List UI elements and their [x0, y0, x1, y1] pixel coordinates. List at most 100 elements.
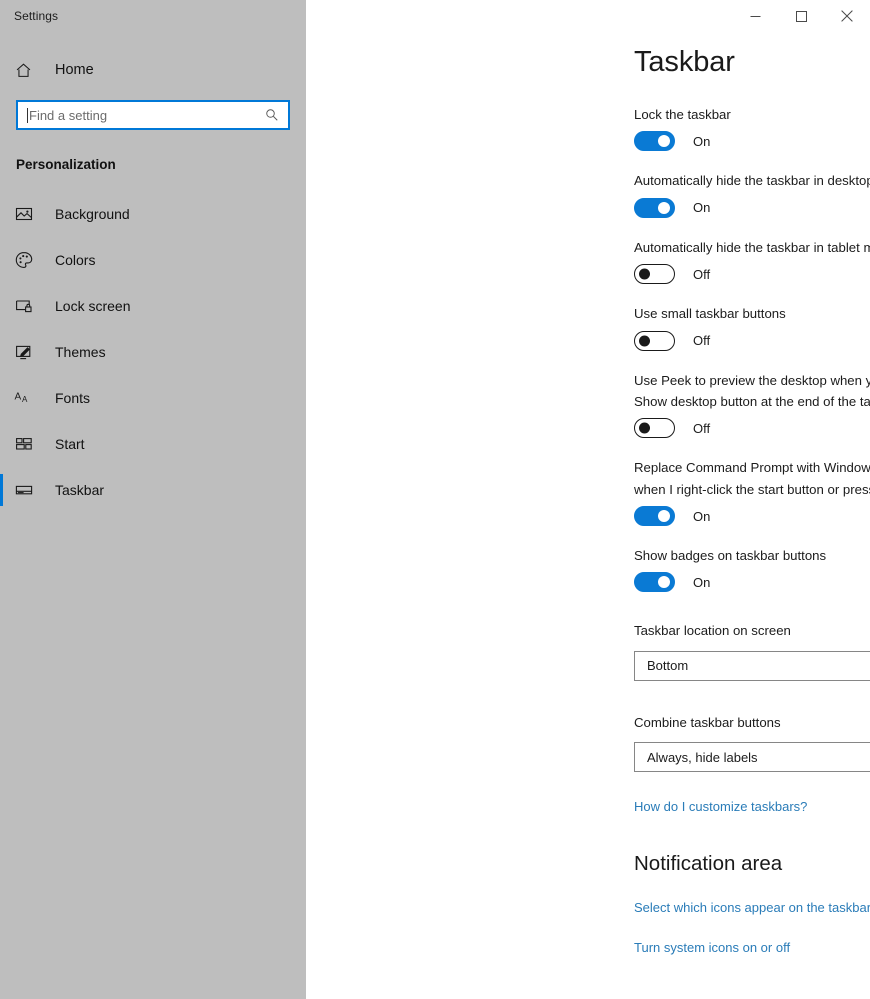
- sidebar-item-label: Colors: [55, 252, 96, 268]
- dropdown-combine-buttons[interactable]: Always, hide labels: [634, 742, 870, 773]
- toggle-state-label: On: [693, 508, 711, 524]
- setting-combine-buttons: Combine taskbar buttons Always, hide lab…: [634, 712, 870, 773]
- main-content: Taskbar Lock the taskbar On Automaticall…: [306, 0, 870, 999]
- link-row-select-icons: Select which icons appear on the taskbar: [634, 899, 870, 917]
- sidebar-category-heading: Personalization: [16, 157, 116, 172]
- svg-text:A: A: [22, 395, 28, 404]
- search-placeholder: Find a setting: [29, 107, 108, 123]
- sidebar-item-home[interactable]: Home: [0, 51, 306, 89]
- lock-screen-icon: [14, 296, 44, 316]
- sidebar-item-start[interactable]: Start: [0, 421, 306, 467]
- toggle-knob: [658, 576, 670, 589]
- sidebar-item-lock-screen[interactable]: Lock screen: [0, 283, 306, 329]
- setting-label: Combine taskbar buttons: [634, 714, 781, 730]
- sidebar: Home Find a setting Personalization Back…: [0, 0, 306, 999]
- start-tiles-icon: [14, 434, 44, 454]
- toggle-knob: [639, 268, 650, 280]
- setting-peek-preview: Use Peek to preview the desktop when you…: [634, 370, 870, 439]
- toggle-row: Off: [634, 264, 870, 285]
- heading-notification-area: Notification area: [634, 852, 783, 876]
- link-customize-taskbars[interactable]: How do I customize taskbars?: [634, 799, 807, 814]
- setting-label: Automatically hide the taskbar in deskto…: [634, 173, 870, 189]
- fonts-aa-icon: A A: [14, 388, 44, 408]
- toggle-row: On: [634, 506, 870, 526]
- link-select-which-icons[interactable]: Select which icons appear on the taskbar: [634, 900, 870, 915]
- toggle-state-label: On: [693, 200, 711, 216]
- toggle-show-badges[interactable]: [634, 572, 675, 593]
- page-title: Taskbar: [634, 46, 735, 78]
- toggle-knob: [658, 510, 670, 522]
- settings-window: Home Find a setting Personalization Back…: [0, 0, 870, 999]
- window-controls: [732, 0, 870, 32]
- toggle-state-label: Off: [693, 333, 711, 348]
- toggle-knob: [658, 201, 670, 214]
- toggle-row: On: [634, 197, 870, 218]
- palette-icon: [14, 250, 44, 270]
- svg-text:A: A: [15, 392, 22, 403]
- sidebar-item-label: Background: [55, 206, 130, 222]
- dropdown-taskbar-location[interactable]: Bottom: [634, 650, 870, 681]
- picture-icon: [14, 204, 44, 224]
- minimize-button[interactable]: [732, 0, 778, 32]
- toggle-knob: [658, 135, 670, 148]
- search-icon: [265, 108, 279, 122]
- sidebar-item-label: Themes: [55, 344, 106, 360]
- setting-small-buttons: Use small taskbar buttons Off: [634, 303, 870, 351]
- toggle-small-buttons[interactable]: [634, 330, 675, 351]
- dropdown-value: Bottom: [647, 658, 689, 674]
- search-container: Find a setting: [16, 100, 290, 130]
- search-input[interactable]: Find a setting: [16, 100, 290, 130]
- text-caret: [27, 107, 28, 123]
- setting-label: Automatically hide the taskbar in tablet…: [634, 239, 870, 255]
- link-row-system-icons: Turn system icons on or off: [634, 939, 870, 957]
- link-turn-system-icons[interactable]: Turn system icons on or off: [634, 940, 790, 955]
- setting-autohide-desktop: Automatically hide the taskbar in deskto…: [634, 170, 870, 218]
- sidebar-item-fonts[interactable]: A A Fonts: [0, 375, 306, 421]
- toggle-state-label: On: [693, 574, 711, 590]
- sidebar-item-label: Lock screen: [55, 298, 131, 314]
- taskbar-icon: [14, 480, 44, 500]
- sidebar-item-label: Fonts: [55, 390, 91, 406]
- setting-taskbar-location: Taskbar location on screen Bottom: [634, 620, 870, 681]
- sidebar-home-label: Home: [55, 62, 94, 78]
- sidebar-item-colors[interactable]: Colors: [0, 237, 306, 283]
- setting-show-badges: Show badges on taskbar buttons On: [634, 545, 870, 593]
- toggle-state-label: On: [693, 133, 711, 149]
- maximize-icon: [795, 10, 807, 22]
- toggle-state-label: Off: [693, 420, 711, 436]
- setting-label: Replace Command Prompt with Windows Powe…: [634, 460, 870, 497]
- toggle-knob: [639, 335, 650, 346]
- sidebar-item-taskbar[interactable]: Taskbar: [0, 467, 306, 513]
- setting-label: Lock the taskbar: [634, 107, 731, 122]
- toggle-row: Off: [634, 418, 870, 439]
- close-button[interactable]: [824, 0, 870, 32]
- toggle-state-label: Off: [693, 266, 711, 282]
- setting-label: Use Peek to preview the desktop when you…: [634, 372, 870, 409]
- minimize-icon: [750, 15, 760, 17]
- sidebar-item-label: Start: [55, 436, 85, 452]
- maximize-button[interactable]: [778, 0, 824, 32]
- setting-label: Use small taskbar buttons: [634, 306, 786, 322]
- close-icon: [841, 10, 853, 22]
- sidebar-item-themes[interactable]: Themes: [0, 329, 306, 375]
- toggle-peek-preview[interactable]: [634, 418, 675, 439]
- sidebar-item-label: Taskbar: [55, 482, 105, 498]
- sidebar-item-background[interactable]: Background: [0, 191, 306, 237]
- home-icon: [14, 61, 44, 80]
- toggle-autohide-desktop[interactable]: [634, 197, 675, 218]
- help-link-row: How do I customize taskbars?: [634, 798, 870, 816]
- setting-label: Show badges on taskbar buttons: [634, 548, 827, 563]
- dropdown-value: Always, hide labels: [647, 749, 758, 765]
- toggle-lock-the-taskbar[interactable]: [634, 131, 675, 152]
- toggle-row: Off: [634, 330, 870, 351]
- toggle-replace-cmd-powershell[interactable]: [634, 506, 675, 526]
- setting-autohide-tablet: Automatically hide the taskbar in tablet…: [634, 237, 870, 285]
- theme-brush-icon: [14, 342, 44, 362]
- setting-label: Taskbar location on screen: [634, 623, 791, 639]
- toggle-knob: [639, 422, 650, 434]
- toggle-autohide-tablet[interactable]: [634, 264, 675, 285]
- toggle-row: On: [634, 131, 870, 152]
- toggle-row: On: [634, 572, 870, 593]
- setting-replace-cmd-powershell: Replace Command Prompt with Windows Powe…: [634, 457, 870, 526]
- setting-lock-the-taskbar: Lock the taskbar On: [634, 104, 870, 152]
